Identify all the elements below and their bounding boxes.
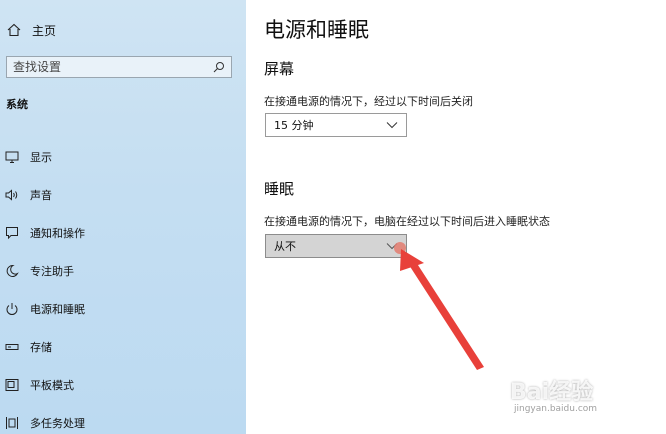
screen-description: 在接通电源的情况下，经过以下时间后关闭: [264, 95, 473, 108]
sidebar: 主页 系统 显示: [0, 0, 246, 434]
sidebar-item-label: 电源和睡眠: [30, 303, 85, 316]
watermark-url: jingyan.baidu.com: [514, 404, 598, 414]
multitask-icon: [6, 417, 18, 429]
main-content: 电源和睡眠 屏幕 在接通电源的情况下，经过以下时间后关闭 15 分钟 睡眠 在接…: [246, 0, 666, 434]
sidebar-item-notifications[interactable]: 通知和操作: [0, 214, 246, 252]
section-label-system: 系统: [6, 98, 28, 111]
settings-window: 主页 系统 显示: [0, 0, 666, 434]
sidebar-nav: 显示 声音 通知和操作 专注助手 电源和睡眠 存储 平板模式 多任务处理: [0, 138, 246, 434]
sidebar-item-power-sleep[interactable]: 电源和睡眠: [0, 290, 246, 328]
sleep-description: 在接通电源的情况下，电脑在经过以下时间后进入睡眠状态: [264, 215, 550, 228]
tablet-icon: [5, 379, 19, 391]
sidebar-item-multitasking[interactable]: 多任务处理: [0, 404, 246, 434]
speaker-icon: [5, 189, 18, 201]
home-label: 主页: [32, 23, 57, 38]
sleep-heading: 睡眠: [264, 180, 295, 198]
search-box[interactable]: [6, 56, 232, 78]
screen-heading: 屏幕: [264, 60, 295, 78]
sidebar-item-label: 多任务处理: [30, 417, 85, 430]
moon-icon: [6, 264, 19, 277]
cursor-indicator: [394, 242, 406, 254]
sidebar-item-sound[interactable]: 声音: [0, 176, 246, 214]
sidebar-item-label: 平板模式: [30, 379, 74, 392]
sidebar-item-tablet-mode[interactable]: 平板模式: [0, 366, 246, 404]
storage-icon: [5, 344, 19, 350]
sidebar-item-label: 通知和操作: [30, 227, 85, 240]
watermark: Bai经验 jingyan.baidu.com: [506, 370, 636, 420]
sidebar-item-label: 专注助手: [30, 265, 74, 278]
sidebar-item-label: 显示: [30, 151, 52, 164]
power-icon: [6, 303, 18, 315]
notification-icon: [6, 227, 18, 240]
sidebar-item-label: 声音: [30, 189, 52, 202]
search-icon[interactable]: [213, 61, 225, 73]
sleep-timeout-value: 从不: [274, 240, 296, 253]
watermark-brand: Bai经验: [510, 380, 594, 405]
sidebar-item-focus-assist[interactable]: 专注助手: [0, 252, 246, 290]
page-title: 电源和睡眠: [264, 18, 369, 42]
screen-timeout-dropdown[interactable]: 15 分钟: [265, 113, 407, 137]
home-icon: [7, 23, 21, 37]
monitor-icon: [5, 151, 19, 163]
sidebar-home[interactable]: 主页: [6, 20, 56, 40]
sidebar-item-label: 存储: [30, 341, 52, 354]
sidebar-item-storage[interactable]: 存储: [0, 328, 246, 366]
chevron-down-icon: [386, 122, 398, 129]
search-input[interactable]: [13, 60, 213, 74]
sleep-timeout-dropdown[interactable]: 从不: [265, 234, 407, 258]
sidebar-item-display[interactable]: 显示: [0, 138, 246, 176]
screen-timeout-value: 15 分钟: [274, 119, 314, 132]
